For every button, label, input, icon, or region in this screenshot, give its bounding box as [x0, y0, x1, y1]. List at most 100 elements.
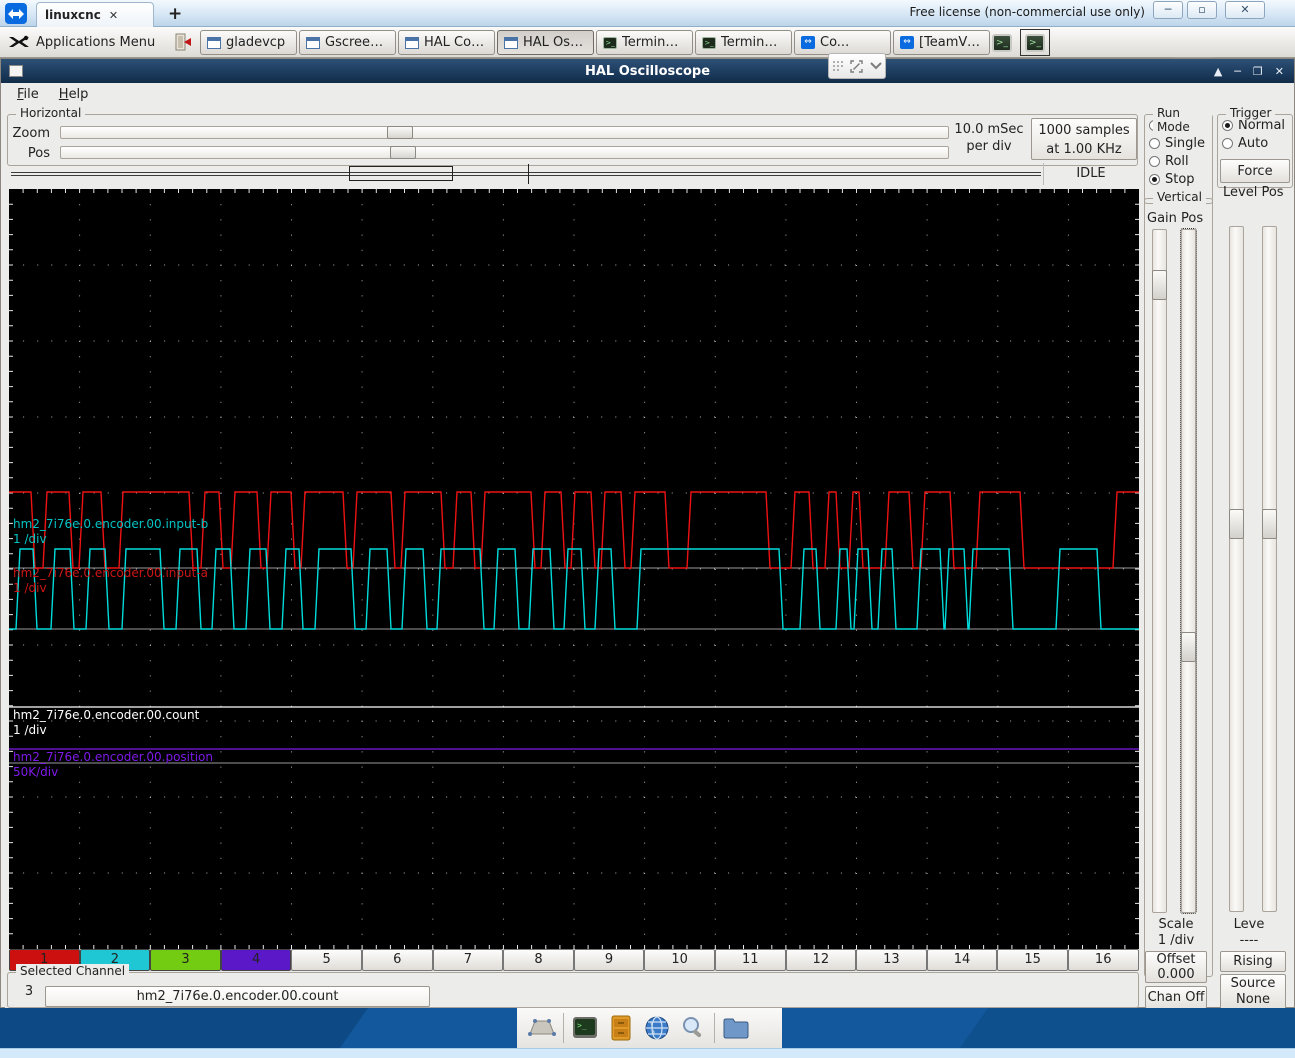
- web-browser-icon[interactable]: [642, 1013, 672, 1043]
- applications-menu-label: Applications Menu: [36, 34, 156, 50]
- trigger-pos-handle[interactable]: [1262, 509, 1277, 539]
- session-tab[interactable]: linuxcnc ✕: [36, 2, 154, 27]
- trigger-edge-button[interactable]: Rising: [1220, 951, 1286, 972]
- trigger-level-handle[interactable]: [1229, 509, 1244, 539]
- show-desktop-icon[interactable]: [527, 1013, 557, 1043]
- scale-value: 1 /div: [1157, 933, 1195, 948]
- channel-button-10[interactable]: 10: [644, 949, 715, 971]
- terminal-launcher-button-focused[interactable]: >_: [1020, 29, 1050, 56]
- taskbar-window-hal-con-[interactable]: HAL Con...: [398, 30, 495, 55]
- run-mode-single[interactable]: Single: [1145, 133, 1212, 151]
- channel-buttons-row: 1 2 3 4 5 6 7 8 9 10 11 12 13 14 15 16: [9, 949, 1139, 971]
- selected-channel-name-button[interactable]: hm2_7i76e.0.encoder.00.count: [45, 986, 430, 1007]
- channel-button-6[interactable]: 6: [361, 949, 433, 971]
- taskbar-window--teamvi-[interactable]: ⇔ [TeamVi...: [893, 30, 990, 55]
- channel-button-15[interactable]: 15: [997, 949, 1068, 971]
- tab-close-icon[interactable]: ✕: [109, 9, 118, 22]
- channel-button-16[interactable]: 16: [1067, 949, 1139, 971]
- channel-1-trace-label: hm2_7i76e.0.encoder.00.input-a 1 /div: [13, 566, 209, 595]
- channel-button-3[interactable]: 3: [150, 949, 221, 971]
- trigger-source-button[interactable]: Source None: [1220, 974, 1286, 1010]
- radio-icon[interactable]: [1149, 155, 1160, 167]
- channel-button-13[interactable]: 13: [856, 949, 927, 971]
- teamviewer-icon: ⇔: [801, 36, 815, 49]
- close-button[interactable]: ✕: [1225, 1, 1265, 19]
- maximize-button[interactable]: ▫: [1187, 1, 1217, 19]
- radio-icon[interactable]: [1149, 137, 1160, 149]
- channel-off-button[interactable]: Chan Off: [1145, 986, 1207, 1009]
- offset-button[interactable]: Offset 0.000: [1145, 951, 1207, 983]
- window-icon: [207, 36, 221, 49]
- new-tab-button[interactable]: +: [168, 4, 182, 24]
- pos-slider[interactable]: [60, 146, 949, 159]
- taskbar-window-hal-osc-[interactable]: HAL Osc...: [497, 30, 594, 55]
- taskbar-window-gladevcp[interactable]: gladevcp: [200, 30, 297, 55]
- run-mode-stop[interactable]: Stop: [1145, 169, 1212, 187]
- channel-button-5[interactable]: 5: [291, 949, 362, 971]
- teamviewer-mini-toolbar[interactable]: [828, 53, 886, 79]
- minimize-button[interactable]: ─: [1153, 1, 1183, 19]
- menu-bar: File Help: [1, 83, 1294, 105]
- taskbar-window-label: HAL Con...: [424, 35, 488, 50]
- teamviewer-tab-bar: linuxcnc ✕ + Free license (non-commercia…: [0, 0, 1295, 27]
- channel-button-7[interactable]: 7: [432, 949, 504, 971]
- terminal-launcher-button[interactable]: >_: [988, 30, 1016, 55]
- samples-button[interactable]: 1000 samples at 1.00 KHz: [1031, 118, 1137, 160]
- zoom-slider-handle[interactable]: [387, 126, 413, 139]
- pos-slider-handle[interactable]: [390, 146, 416, 159]
- channel-button-4[interactable]: 4: [220, 949, 292, 971]
- channel-button-9[interactable]: 9: [573, 949, 645, 971]
- screen: linuxcnc ✕ + Free license (non-commercia…: [0, 0, 1295, 1058]
- channel-button-8[interactable]: 8: [503, 949, 574, 971]
- logout-button[interactable]: [168, 30, 198, 54]
- fullscreen-icon[interactable]: [850, 59, 864, 73]
- horizontal-group-label: Horizontal: [16, 106, 86, 120]
- force-button[interactable]: Force: [1220, 159, 1290, 183]
- channel-button-11[interactable]: 11: [714, 949, 786, 971]
- vertical-pos-handle[interactable]: [1181, 632, 1196, 662]
- radio-icon[interactable]: [1149, 173, 1160, 185]
- desktop-art: [0, 1008, 397, 1048]
- vertical-pos-slider[interactable]: [1180, 228, 1197, 914]
- chevron-down-icon[interactable]: [870, 62, 882, 70]
- taskbar-window-label: gladevcp: [226, 35, 286, 50]
- close-icon[interactable]: ✕: [1275, 65, 1284, 78]
- trigger-auto[interactable]: Auto: [1218, 133, 1292, 151]
- terminal-icon[interactable]: >_: [570, 1013, 600, 1043]
- channel-2-trace-label: hm2_7i76e.0.encoder.00.input-b 1 /div: [13, 517, 209, 546]
- view-window-indicator[interactable]: [349, 166, 453, 181]
- xfce-mouse-icon: [9, 35, 29, 47]
- taskbar-window-label: Terminal...: [622, 35, 686, 50]
- channel-button-12[interactable]: 12: [785, 949, 857, 971]
- rollup-icon[interactable]: ▲: [1214, 65, 1222, 78]
- vertical-gain-slider[interactable]: [1152, 229, 1167, 913]
- svg-text:>_: >_: [577, 1021, 587, 1030]
- taskbar-window-terminal-[interactable]: >_ Terminal...: [695, 30, 792, 55]
- radio-icon[interactable]: [1222, 119, 1233, 131]
- file-manager-icon[interactable]: [721, 1013, 751, 1043]
- taskbar-window-gscreen-[interactable]: Gscreen...: [299, 30, 396, 55]
- trigger-level-slider[interactable]: [1229, 226, 1244, 912]
- file-cabinet-icon[interactable]: [606, 1013, 636, 1043]
- samples-rate: at 1.00 KHz: [1046, 142, 1122, 157]
- level-value: ----: [1239, 933, 1259, 948]
- search-icon[interactable]: [678, 1013, 708, 1043]
- radio-icon[interactable]: [1222, 137, 1233, 149]
- title-bar[interactable]: HAL Oscilloscope ▲ ─ ❐ ✕: [1, 59, 1294, 83]
- remote-taskbar: Applications Menu gladevcp Gscreen... HAL …: [0, 27, 1295, 81]
- menu-help[interactable]: Help: [51, 85, 97, 104]
- taskbar-window-terminal-[interactable]: >_ Terminal...: [596, 30, 693, 55]
- applications-menu-button[interactable]: Applications Menu: [3, 29, 163, 55]
- zoom-slider[interactable]: [60, 126, 949, 139]
- taskbar-window-co-[interactable]: ⇔ Co...: [794, 30, 891, 55]
- selected-channel-label: Selected Channel: [16, 964, 130, 978]
- run-mode-roll[interactable]: Roll: [1145, 151, 1212, 169]
- menu-file[interactable]: File: [9, 85, 47, 104]
- trigger-pos-slider[interactable]: [1262, 226, 1277, 912]
- vertical-gain-handle[interactable]: [1152, 270, 1167, 300]
- window-icon[interactable]: [9, 65, 23, 77]
- minimize-icon[interactable]: ─: [1234, 65, 1241, 78]
- trigger-position-marker[interactable]: [528, 164, 529, 184]
- restore-icon[interactable]: ❐: [1253, 65, 1263, 78]
- channel-button-14[interactable]: 14: [926, 949, 998, 971]
